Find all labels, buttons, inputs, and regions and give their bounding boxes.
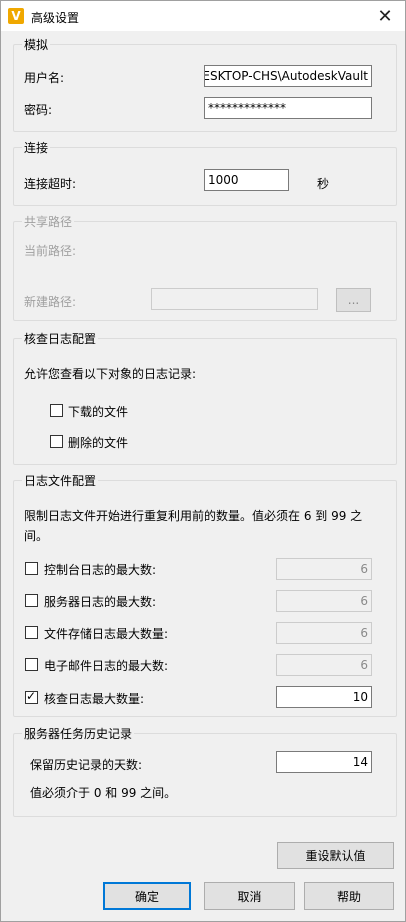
log-file-legend: 日志文件配置 [22,472,99,489]
timeout-field[interactable]: 1000 [204,169,289,191]
history-days-label: 保留历史记录的天数: [30,758,143,772]
history-days-field[interactable]: 14 [276,751,372,773]
server-log-checkbox[interactable] [25,594,38,607]
new-path-field [151,288,318,310]
email-log-label: 电子邮件日志的最大数: [44,659,169,673]
audit-log-group: 核查日志配置 允许您查看以下对象的日志记录: 下载的文件 删除的文件 [13,330,397,465]
deleted-files-checkbox[interactable] [50,435,63,448]
timeout-label: 连接超时: [24,177,77,191]
advanced-settings-dialog: V 高级设置 ✕ 模拟 用户名: DESKTOP-CHS\AutodeskVau… [0,0,406,922]
downloaded-files-checkbox[interactable] [50,404,63,417]
new-path-label: 新建路径: [24,295,77,309]
task-history-legend: 服务器任务历史记录 [22,725,135,742]
password-label: 密码: [24,103,53,117]
timeout-unit: 秒 [317,177,330,191]
server-log-count: 6 [276,590,372,612]
vault-app-icon: V [8,8,24,24]
filestore-log-count: 6 [276,622,372,644]
deleted-files-label: 删除的文件 [68,436,129,450]
server-log-label: 服务器日志的最大数: [44,595,157,609]
cancel-button[interactable]: 取消 [204,882,295,910]
username-field[interactable]: DESKTOP-CHS\AutodeskVault [204,65,372,87]
task-history-group: 服务器任务历史记录 保留历史记录的天数: 14 值必须介于 0 和 99 之间。 [13,725,397,817]
current-path-label: 当前路径: [24,244,77,258]
downloaded-files-label: 下载的文件 [68,405,129,419]
title-bar: V 高级设置 ✕ [1,1,405,31]
filestore-log-checkbox[interactable] [25,626,38,639]
email-log-count: 6 [276,654,372,676]
email-log-checkbox[interactable] [25,658,38,671]
audit-log-max-label: 核查日志最大数量: [44,692,145,706]
window-title: 高级设置 [31,11,80,25]
shared-path-legend: 共享路径 [22,213,75,230]
simulation-legend: 模拟 [22,36,51,53]
shared-path-group: 共享路径 当前路径: 新建路径: ... [13,213,397,321]
log-file-group: 日志文件配置 限制日志文件开始进行重复利用前的数量。值必须在 6 到 99 之间… [13,472,397,717]
help-button[interactable]: 帮助 [304,882,394,910]
filestore-log-label: 文件存储日志最大数量: [44,627,169,641]
console-log-checkbox[interactable] [25,562,38,575]
console-log-count: 6 [276,558,372,580]
connection-legend: 连接 [22,139,51,156]
password-field[interactable]: ************* [204,97,372,119]
close-button[interactable]: ✕ [365,1,405,31]
audit-log-legend: 核查日志配置 [22,330,99,347]
console-log-label: 控制台日志的最大数: [44,563,157,577]
log-file-description: 限制日志文件开始进行重复利用前的数量。值必须在 6 到 99 之间。 [24,509,363,543]
audit-log-max-count[interactable]: 10 [276,686,372,708]
ok-button[interactable]: 确定 [103,882,191,910]
simulation-group: 模拟 用户名: DESKTOP-CHS\AutodeskVault 密码: **… [13,36,397,132]
audit-log-description: 允许您查看以下对象的日志记录: [24,367,197,381]
history-days-note: 值必须介于 0 和 99 之间。 [30,786,177,800]
reset-defaults-button[interactable]: 重设默认值 [277,842,394,869]
audit-log-max-checkbox[interactable] [25,689,38,704]
browse-button: ... [336,288,371,312]
username-label: 用户名: [24,71,65,85]
connection-group: 连接 连接超时: 1000 秒 [13,139,397,206]
